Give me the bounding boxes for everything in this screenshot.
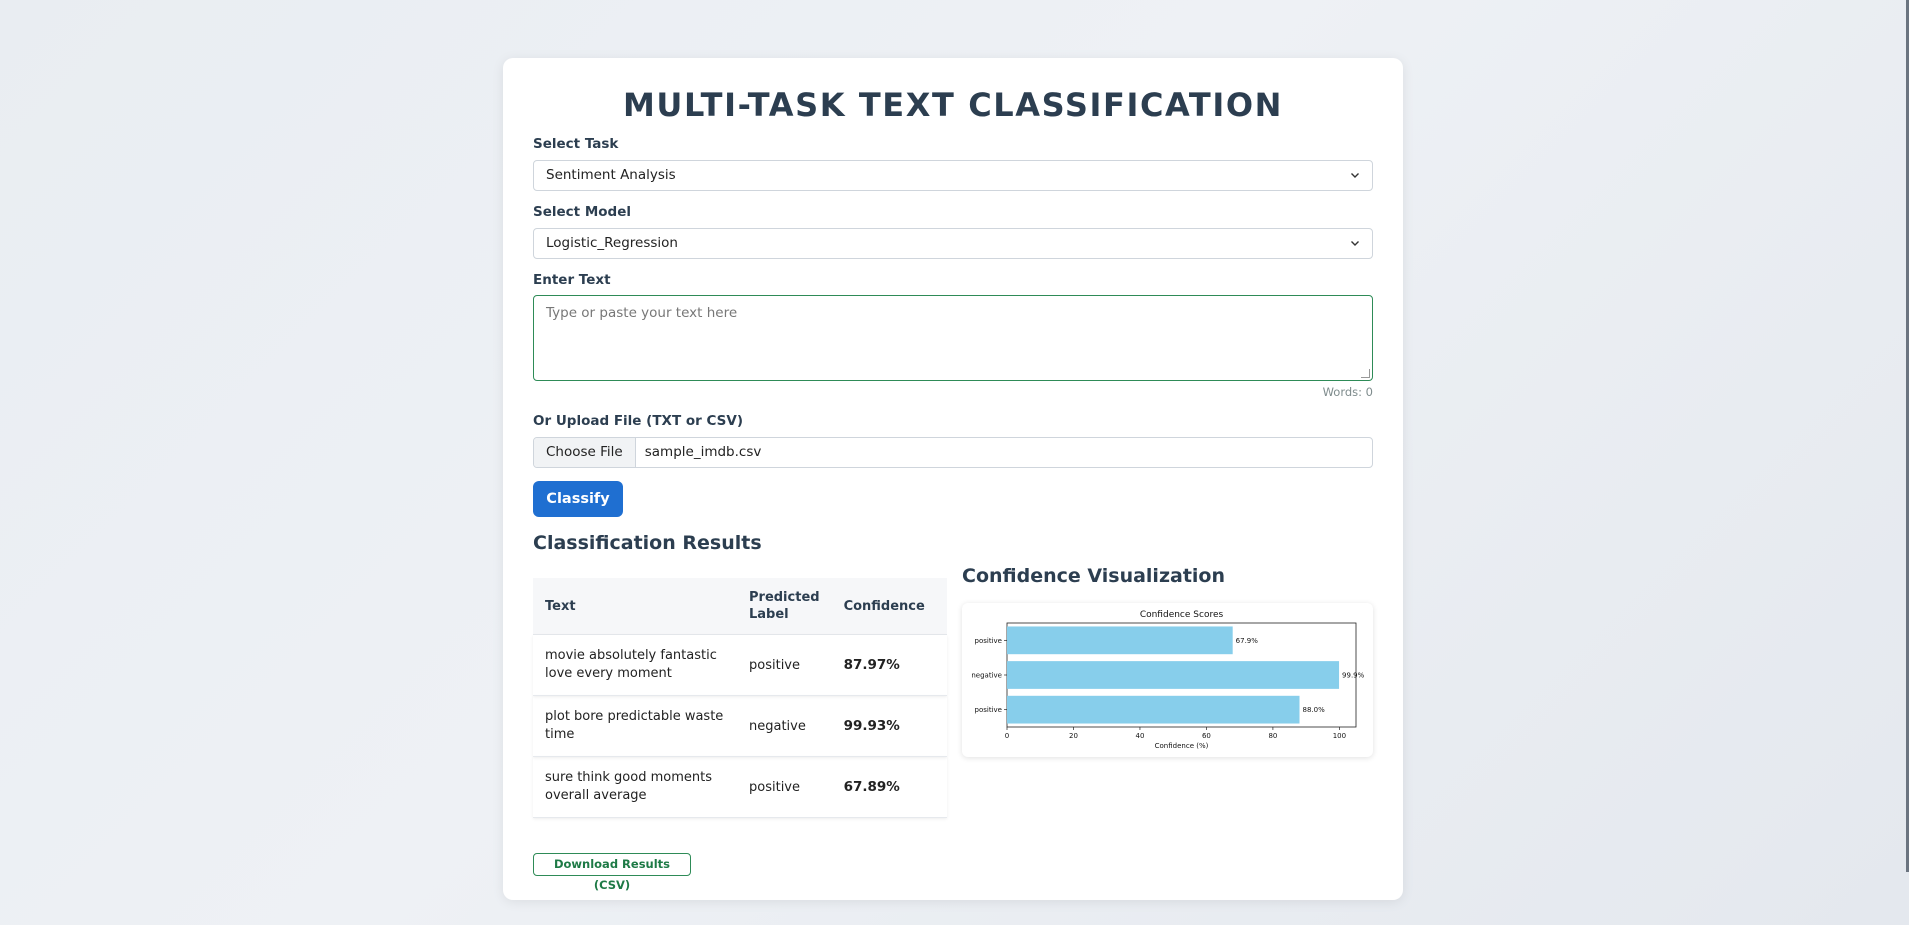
row-text: plot bore predictable waste time <box>533 695 737 757</box>
chart-data-label: 67.9% <box>1236 637 1259 645</box>
table-row: movie absolutely fantastic love every mo… <box>533 634 947 696</box>
upload-label: Or Upload File (TXT or CSV) <box>533 413 743 429</box>
confidence-chart: Confidence Scores positive 67.9% negative 99… <box>971 610 1365 750</box>
results-header-row: Text Predicted Label Confidence <box>533 578 947 635</box>
text-input-label: Enter Text <box>533 272 611 288</box>
chart-data-label: 99.9% <box>1342 672 1365 680</box>
column-header-label: Predicted Label <box>737 578 832 635</box>
task-label: Select Task <box>533 136 619 152</box>
column-header-confidence: Confidence <box>831 578 947 635</box>
chart-x-axis-label: Confidence (%) <box>1155 742 1209 750</box>
row-label: positive <box>737 634 832 696</box>
chart-title: Confidence Scores <box>1140 610 1224 620</box>
row-label: negative <box>737 695 832 757</box>
chart-data-label: 88.0% <box>1302 706 1325 714</box>
column-header-text: Text <box>533 578 737 635</box>
text-input-area[interactable]: Type or paste your text here <box>533 295 1373 381</box>
resize-handle-icon[interactable] <box>1361 369 1370 378</box>
chart-y-tick-label: positive <box>975 706 1002 714</box>
main-card: MULTI-TASK TEXT CLASSIFICATION Select Ta… <box>503 58 1403 900</box>
selected-file-name: sample_imdb.csv <box>644 444 762 460</box>
download-csv-button[interactable]: Download Results (CSV) <box>533 853 691 892</box>
task-select-value: Sentiment Analysis <box>546 167 676 183</box>
chart-x-tick-label: 40 <box>1135 732 1144 740</box>
row-confidence: 87.97% <box>831 634 947 696</box>
chart-y-tick-label: negative <box>971 672 1002 680</box>
text-input-placeholder: Type or paste your text here <box>546 305 738 321</box>
row-confidence: 67.89% <box>831 756 947 818</box>
chart-bar <box>1007 626 1233 655</box>
classify-button[interactable]: Classify <box>533 481 623 517</box>
row-text: sure think good moments overall average <box>533 756 737 818</box>
results-table: Text Predicted Label Confidence movie ab… <box>533 578 947 818</box>
choose-file-button[interactable]: Choose File <box>534 438 636 467</box>
table-row: plot bore predictable waste time negativ… <box>533 695 947 757</box>
chevron-down-icon <box>1350 229 1360 269</box>
confidence-chart-panel: Confidence Scores positive 67.9% negative 99… <box>962 603 1373 757</box>
model-select[interactable]: Logistic_Regression <box>533 228 1373 259</box>
chart-x-tick-label: 100 <box>1333 732 1346 740</box>
visualization-title: Confidence Visualization <box>962 565 1226 587</box>
row-label: positive <box>737 756 832 818</box>
chart-y-tick-label: positive <box>975 637 1002 645</box>
word-count: Words: 0 <box>1322 385 1373 399</box>
model-label: Select Model <box>533 204 631 220</box>
chart-bar <box>1007 661 1340 689</box>
task-select[interactable]: Sentiment Analysis <box>533 160 1373 191</box>
model-select-value: Logistic_Regression <box>546 235 678 251</box>
chart-x-tick-label: 60 <box>1202 732 1211 740</box>
row-confidence: 99.93% <box>831 695 947 757</box>
results-title: Classification Results <box>533 532 762 554</box>
chart-bar <box>1007 695 1300 724</box>
file-upload-input[interactable]: Choose File sample_imdb.csv <box>533 437 1373 468</box>
chevron-down-icon <box>1350 161 1360 201</box>
chart-x-tick-label: 20 <box>1069 732 1078 740</box>
page-title: MULTI-TASK TEXT CLASSIFICATION <box>622 86 1284 124</box>
chart-x-tick-label: 80 <box>1268 732 1277 740</box>
row-text: movie absolutely fantastic love every mo… <box>533 634 737 696</box>
table-row: sure think good moments overall average … <box>533 756 947 818</box>
chart-x-tick-label: 0 <box>1005 732 1009 740</box>
